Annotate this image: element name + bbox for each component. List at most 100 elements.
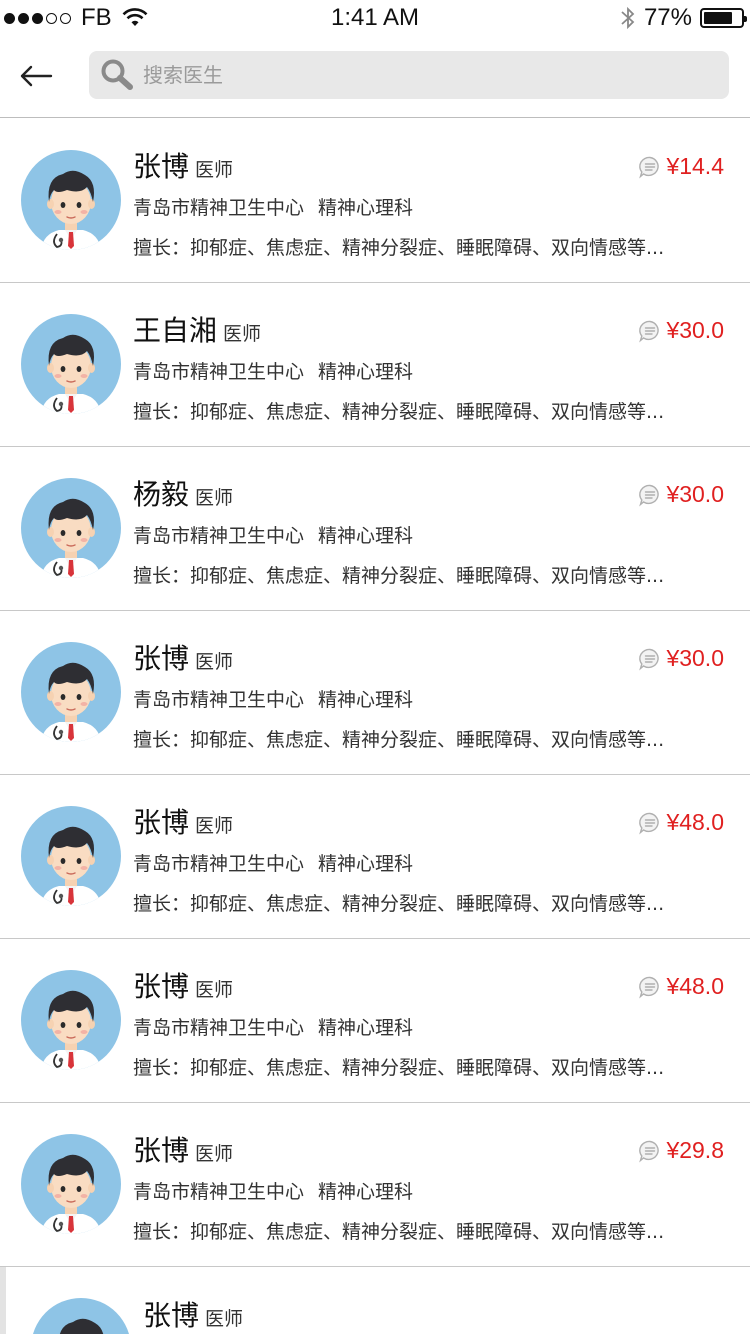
doctor-list: 张博 医师 青岛市精神卫生中心 精神心理科 擅长：抑郁症、焦虑症、精神分裂症、睡眠障碍、… [0, 119, 750, 1334]
chat-bubble-icon [639, 648, 660, 670]
doctor-name: 杨毅 [133, 478, 190, 511]
doctor-list-item[interactable]: 张博 医师青岛市精神卫生中心 精神心理科擅长：抑郁症、焦虑症、精神分裂症、睡眠障碍、… [0, 1103, 750, 1267]
doctor-list-item[interactable]: 杨毅 医师青岛市精神卫生中心 精神心理科擅长：抑郁症、焦虑症、精神分裂症、睡眠障碍、… [0, 447, 750, 611]
doctor-name-row: 张博 医师 [143, 1294, 243, 1334]
doctor-name-row: 张博 医师 [133, 637, 233, 677]
bluetooth-icon [621, 6, 635, 30]
doctor-name: 张博 [133, 642, 190, 675]
doctor-specialty: 擅长：抑郁症、焦虑症、精神分裂症、睡眠障碍、双向情感等... [133, 729, 665, 751]
department-name: 精神心理科 [318, 1017, 414, 1039]
chat-bubble-icon [639, 320, 660, 342]
doctor-name-row: 张博 医师 [133, 801, 233, 841]
department-name: 精神心理科 [318, 197, 414, 219]
doctor-title: 医师 [195, 487, 234, 509]
doctor-title: 医师 [205, 1308, 244, 1330]
doctor-affiliation: 青岛市精神卫生中心 精神心理科 [133, 193, 413, 220]
back-button[interactable] [14, 58, 58, 94]
price-label: ¥48.0 [666, 973, 724, 999]
doctor-specialty: 擅长：抑郁症、焦虑症、精神分裂症、睡眠障碍、双向情感等... [133, 237, 665, 259]
doctor-title: 医师 [223, 323, 262, 345]
chat-bubble-icon [639, 156, 660, 178]
battery-icon [700, 8, 747, 28]
hospital-name: 青岛市精神卫生中心 [133, 853, 305, 875]
doctor-affiliation: 青岛市精神卫生中心 精神心理科 [133, 357, 413, 384]
doctor-avatar [21, 478, 121, 578]
doctor-affiliation: 青岛市精神卫生中心 精神心理科 [133, 685, 413, 712]
price-label: ¥14.4 [666, 153, 724, 179]
consult-price: ¥14.4 [638, 153, 724, 180]
price-label: ¥30.0 [666, 645, 724, 671]
hospital-name: 青岛市精神卫生中心 [133, 197, 305, 219]
price-label: ¥30.0 [666, 481, 724, 507]
header-bar [0, 36, 750, 118]
status-bar: FB 1:41 AM 77% [0, 0, 750, 36]
department-name: 精神心理科 [318, 689, 414, 711]
doctor-avatar [21, 642, 121, 742]
consult-price: ¥30.0 [638, 481, 724, 508]
department-name: 精神心理科 [318, 525, 414, 547]
doctor-avatar [21, 150, 121, 250]
doctor-title: 医师 [195, 651, 234, 673]
consult-price: ¥30.0 [638, 645, 724, 672]
doctor-affiliation: 青岛市精神卫生中心 精神心理科 [133, 849, 413, 876]
search-bar[interactable] [89, 51, 729, 99]
doctor-list-item[interactable]: 张博 医师青岛市精神卫生中心 精神心理科擅长：抑郁症、焦虑症、精神分裂症、睡眠障碍、… [0, 939, 750, 1103]
consult-price: ¥30.0 [638, 317, 724, 344]
search-input[interactable] [143, 63, 703, 87]
doctor-name: 张博 [133, 970, 190, 1003]
doctor-name: 张博 [133, 806, 190, 839]
doctor-title: 医师 [195, 1143, 234, 1165]
doctor-name-row: 张博 医师 [133, 145, 233, 185]
doctor-name-row: 张博 医师 [133, 1129, 233, 1169]
price-label: ¥48.0 [666, 809, 724, 835]
arrow-left-icon [20, 65, 53, 87]
consult-price: ¥48.0 [638, 973, 724, 1000]
doctor-list-item[interactable]: 张博 医师青岛市精神卫生中心 精神心理科擅长：抑郁症、焦虑症、精神分裂症、睡眠障碍、… [0, 611, 750, 775]
doctor-avatar [21, 970, 121, 1070]
consult-price: ¥29.8 [638, 1137, 724, 1164]
doctor-specialty: 擅长：抑郁症、焦虑症、精神分裂症、睡眠障碍、双向情感等... [133, 1221, 665, 1243]
doctor-name-row: 王自湘 医师 [133, 309, 261, 349]
battery-percent: 77% [643, 4, 692, 31]
consult-price: ¥48.0 [638, 809, 724, 836]
doctor-title: 医师 [195, 815, 234, 837]
chat-bubble-icon [639, 976, 660, 998]
doctor-name: 张博 [143, 1299, 200, 1332]
hospital-name: 青岛市精神卫生中心 [133, 361, 305, 383]
hospital-name: 青岛市精神卫生中心 [133, 1181, 305, 1203]
doctor-affiliation: 青岛市精神卫生中心 精神心理科 [133, 521, 413, 548]
doctor-specialty: 擅长：抑郁症、焦虑症、精神分裂症、睡眠障碍、双向情感等... [133, 401, 665, 423]
price-label: ¥29.8 [666, 1137, 724, 1163]
doctor-avatar [21, 1134, 121, 1234]
doctor-affiliation: 青岛市精神卫生中心 精神心理科 [133, 1013, 413, 1040]
doctor-specialty: 擅长：抑郁症、焦虑症、精神分裂症、睡眠障碍、双向情感等... [133, 565, 665, 587]
hospital-name: 青岛市精神卫生中心 [133, 525, 305, 547]
doctor-avatar [21, 806, 121, 906]
chat-bubble-icon [639, 1140, 660, 1162]
doctor-name: 王自湘 [133, 314, 218, 347]
department-name: 精神心理科 [318, 361, 414, 383]
status-right: 77% [620, 4, 747, 32]
hospital-name: 青岛市精神卫生中心 [133, 1017, 305, 1039]
doctor-specialty: 擅长：抑郁症、焦虑症、精神分裂症、睡眠障碍、双向情感等... [133, 893, 665, 915]
doctor-title: 医师 [195, 979, 234, 1001]
doctor-name-row: 张博 医师 [133, 965, 233, 1005]
price-label: ¥30.0 [666, 317, 724, 343]
doctor-name-row: 杨毅 医师 [133, 473, 233, 513]
doctor-avatar [31, 1298, 131, 1334]
doctor-list-item[interactable]: 王自湘 医师青岛市精神卫生中心 精神心理科擅长：抑郁症、焦虑症、精神分裂症、睡眠障碍… [0, 283, 750, 447]
doctor-list-item[interactable]: 张博 医师青岛市精神卫生中心 精神心理科擅长：抑郁症、焦虑症、精神分裂症、睡眠障碍、… [0, 775, 750, 939]
department-name: 精神心理科 [318, 853, 414, 875]
chat-bubble-icon [639, 484, 660, 506]
department-name: 精神心理科 [318, 1181, 414, 1203]
doctor-avatar [21, 314, 121, 414]
chat-bubble-icon [639, 812, 660, 834]
doctor-list-item[interactable]: 张博 医师青岛市精神卫生中心 精神心理科擅长：抑郁症、焦虑症、精神分裂症、睡眠障碍、… [0, 119, 750, 283]
doctor-specialty: 擅长：抑郁症、焦虑症、精神分裂症、睡眠障碍、双向情感等... [133, 1057, 665, 1079]
doctor-affiliation: 青岛市精神卫生中心 精神心理科 [133, 1177, 413, 1204]
search-icon [101, 59, 133, 90]
doctor-name: 张博 [133, 150, 190, 183]
doctor-name: 张博 [133, 1134, 190, 1167]
hospital-name: 青岛市精神卫生中心 [133, 689, 305, 711]
doctor-list-item[interactable]: 张博 医师 [0, 1267, 750, 1334]
